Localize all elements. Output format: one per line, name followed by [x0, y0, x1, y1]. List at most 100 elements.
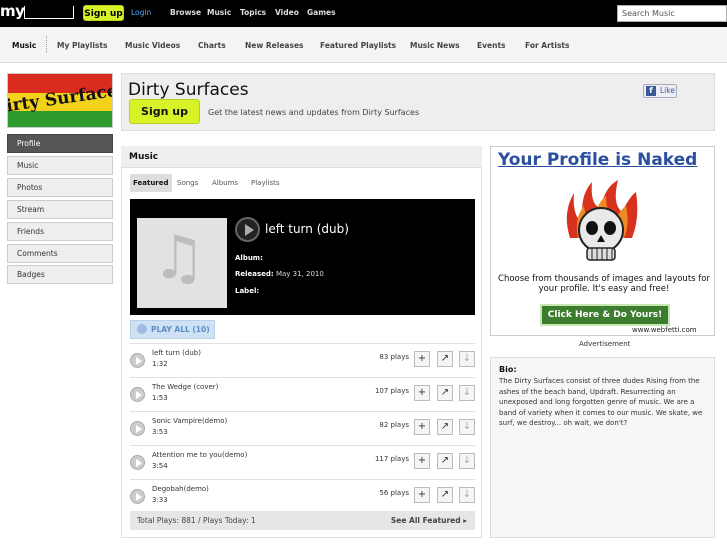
song-plays: 56 plays	[379, 489, 409, 497]
tab-featured[interactable]: Featured	[130, 174, 172, 192]
song-row: left turn (dub) 1:32 83 plays + ↗ ↓	[130, 343, 475, 377]
band-logo-image[interactable]: Dirty Surfaces	[7, 73, 113, 128]
featured-released: Released: May 31, 2010	[235, 270, 324, 278]
share-icon[interactable]: ↗	[437, 385, 453, 401]
music-panel-title: Music	[129, 152, 159, 162]
song-plays: 107 plays	[374, 387, 409, 395]
play-all-button[interactable]: PLAY ALL (10)	[130, 320, 215, 339]
song-duration: 1:32	[152, 360, 168, 368]
nav-video[interactable]: Video	[275, 8, 299, 17]
tab-songs[interactable]: Songs	[174, 174, 201, 192]
subnav-music-news[interactable]: Music News	[410, 41, 460, 50]
add-icon[interactable]: +	[414, 453, 430, 469]
ad-headline[interactable]: Your Profile is Naked	[498, 150, 697, 170]
song-name[interactable]: Degobah(demo)	[152, 485, 209, 493]
signup-button[interactable]: Sign up	[129, 99, 200, 124]
add-icon[interactable]: +	[414, 487, 430, 503]
music-panel-header	[121, 146, 482, 168]
subnav-music[interactable]: Music	[12, 41, 36, 50]
song-name[interactable]: Sonic Vampire(demo)	[152, 417, 227, 425]
top-bar: my Sign up Login Browse Music Topics Vid…	[0, 0, 727, 27]
signup-button-top[interactable]: Sign up	[83, 5, 124, 21]
add-icon[interactable]: +	[414, 419, 430, 435]
share-icon[interactable]: ↗	[437, 487, 453, 503]
share-icon[interactable]: ↗	[437, 351, 453, 367]
sidebar-item-photos[interactable]: Photos	[7, 178, 113, 197]
share-icon[interactable]: ↗	[437, 453, 453, 469]
tab-albums[interactable]: Albums	[209, 174, 241, 192]
subnav-music-videos[interactable]: Music Videos	[125, 41, 180, 50]
subnav-events[interactable]: Events	[477, 41, 506, 50]
add-icon[interactable]: +	[414, 385, 430, 401]
song-plays: 82 plays	[379, 421, 409, 429]
facebook-icon: f	[646, 86, 656, 96]
share-icon[interactable]: ↗	[437, 419, 453, 435]
band-name: Dirty Surfaces	[128, 80, 249, 100]
subnav-divider	[46, 36, 47, 53]
featured-song-title: left turn (dub)	[265, 222, 349, 236]
like-label: Like	[660, 86, 675, 95]
subnav-for-artists[interactable]: For Artists	[525, 41, 569, 50]
advertisement-label: Advertisement	[579, 340, 631, 348]
play-all-icon	[137, 324, 147, 334]
song-plays: 117 plays	[374, 455, 409, 463]
bio-title: Bio:	[499, 365, 517, 374]
see-all-featured-link[interactable]: See All Featured ▸	[391, 511, 467, 530]
download-icon[interactable]: ↓	[459, 351, 475, 367]
sidebar-item-profile[interactable]: Profile	[7, 134, 113, 153]
featured-album: Album:	[235, 254, 263, 262]
song-name[interactable]: left turn (dub)	[152, 349, 201, 357]
play-totals: Total Plays: 881 / Plays Today: 1 See Al…	[130, 511, 475, 530]
ad-url: www.webfetti.com	[632, 326, 697, 334]
add-icon[interactable]: +	[414, 351, 430, 367]
subnav-new-releases[interactable]: New Releases	[245, 41, 304, 50]
subnav-my-playlists[interactable]: My Playlists	[57, 41, 107, 50]
song-row: Degobah(demo) 3:33 56 plays + ↗ ↓	[130, 479, 475, 513]
featured-play-button[interactable]	[235, 217, 260, 242]
play-icon[interactable]	[130, 489, 145, 504]
song-duration: 1:53	[152, 394, 168, 402]
login-link[interactable]: Login	[131, 8, 151, 17]
sidebar-item-badges[interactable]: Badges	[7, 265, 113, 284]
subnav-featured-playlists[interactable]: Featured Playlists	[320, 41, 396, 50]
song-row: Sonic Vampire(demo) 3:53 82 plays + ↗ ↓	[130, 411, 475, 445]
song-duration: 3:54	[152, 462, 168, 470]
tab-playlists[interactable]: Playlists	[248, 174, 283, 192]
download-icon[interactable]: ↓	[459, 487, 475, 503]
song-name[interactable]: The Wedge (cover)	[152, 383, 218, 391]
flaming-skull-image	[566, 180, 638, 261]
download-icon[interactable]: ↓	[459, 453, 475, 469]
play-icon	[245, 224, 254, 236]
sidebar-item-stream[interactable]: Stream	[7, 200, 113, 219]
play-icon[interactable]	[130, 421, 145, 436]
nav-browse[interactable]: Browse	[170, 8, 201, 17]
song-duration: 3:53	[152, 428, 168, 436]
song-plays: 83 plays	[379, 353, 409, 361]
featured-label: Label:	[235, 287, 260, 295]
nav-games[interactable]: Games	[307, 8, 336, 17]
song-row: Attention me to you(demo) 3:54 117 plays…	[130, 445, 475, 479]
subnav-charts[interactable]: Charts	[198, 41, 226, 50]
song-duration: 3:33	[152, 496, 168, 504]
site-logo-bracket	[24, 6, 74, 19]
ad-cta-button[interactable]: Click Here & Do Yours!	[540, 304, 670, 326]
play-icon[interactable]	[130, 387, 145, 402]
music-note-icon: ♫	[152, 223, 206, 293]
bio-text: The Dirty Surfaces consist of three dude…	[499, 377, 703, 427]
play-icon[interactable]	[130, 455, 145, 470]
search-input[interactable]: Search Music	[617, 5, 727, 22]
site-logo[interactable]: my	[0, 2, 25, 20]
download-icon[interactable]: ↓	[459, 385, 475, 401]
sidebar-item-music[interactable]: Music	[7, 156, 113, 175]
song-name[interactable]: Attention me to you(demo)	[152, 451, 247, 459]
nav-topics[interactable]: Topics	[240, 8, 266, 17]
sidebar-item-comments[interactable]: Comments	[7, 244, 113, 263]
song-row: The Wedge (cover) 1:53 107 plays + ↗ ↓	[130, 377, 475, 411]
sidebar-item-friends[interactable]: Friends	[7, 222, 113, 241]
play-icon[interactable]	[130, 353, 145, 368]
facebook-like-button[interactable]: f Like	[643, 84, 677, 98]
nav-music[interactable]: Music	[207, 8, 231, 17]
signup-tagline: Get the latest news and updates from Dir…	[208, 108, 420, 117]
ad-body-text: Choose from thousands of images and layo…	[498, 274, 710, 294]
download-icon[interactable]: ↓	[459, 419, 475, 435]
